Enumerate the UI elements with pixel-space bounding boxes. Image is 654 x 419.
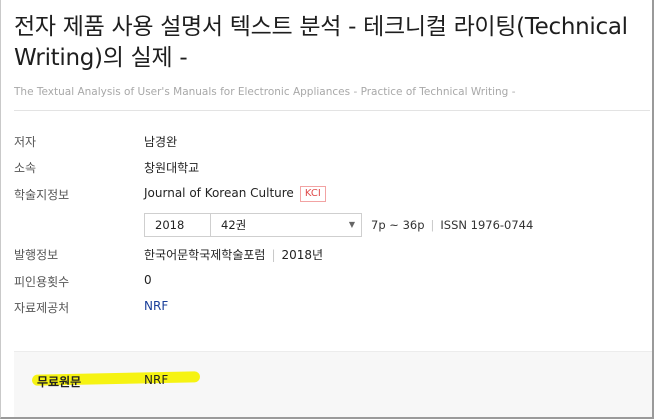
kci-badge: KCI [299, 186, 326, 202]
year-value: 2018 [145, 214, 211, 236]
journal-info: Journal of Korean Culture KCI [144, 186, 326, 202]
issn: ISSN 1976-0744 [440, 218, 534, 232]
article-subtitle: The Textual Analysis of User's Manuals f… [14, 86, 516, 98]
publisher-info: 한국어문학국제학술포럼 | 2018년 [144, 248, 324, 262]
citations-value: 0 [144, 273, 152, 287]
free-fulltext-link[interactable]: NRF [144, 373, 168, 387]
author-label: 저자 [14, 135, 37, 149]
publisher-name: 한국어문학국제학술포럼 [144, 248, 266, 262]
publisher-label: 발행정보 [14, 248, 59, 262]
volume-select[interactable]: 2018 42권 ▼ [144, 213, 362, 237]
divider [14, 110, 650, 111]
affiliation-label: 소속 [14, 161, 37, 175]
source-label: 자료제공처 [14, 301, 70, 315]
journal-name[interactable]: Journal of Korean Culture [144, 186, 294, 200]
publish-year: 2018년 [281, 248, 324, 262]
author-value[interactable]: 남경완 [144, 133, 177, 150]
citations-label: 피인용횟수 [14, 275, 70, 289]
article-title: 전자 제품 사용 설명서 텍스트 분석 - 테크니컬 라이팅(Technical… [14, 14, 628, 71]
chevron-down-icon: ▼ [348, 220, 355, 229]
page-range: 7p ~ 36p [371, 218, 425, 232]
affiliation-value: 창원대학교 [144, 161, 200, 175]
free-fulltext-label: 무료원문 [37, 375, 82, 389]
source-link[interactable]: NRF [144, 299, 168, 313]
page-issn-info: 7p ~ 36p | ISSN 1976-0744 [371, 218, 534, 232]
journal-label: 학술지정보 [14, 188, 70, 202]
volume-value: 42권 [221, 218, 247, 232]
